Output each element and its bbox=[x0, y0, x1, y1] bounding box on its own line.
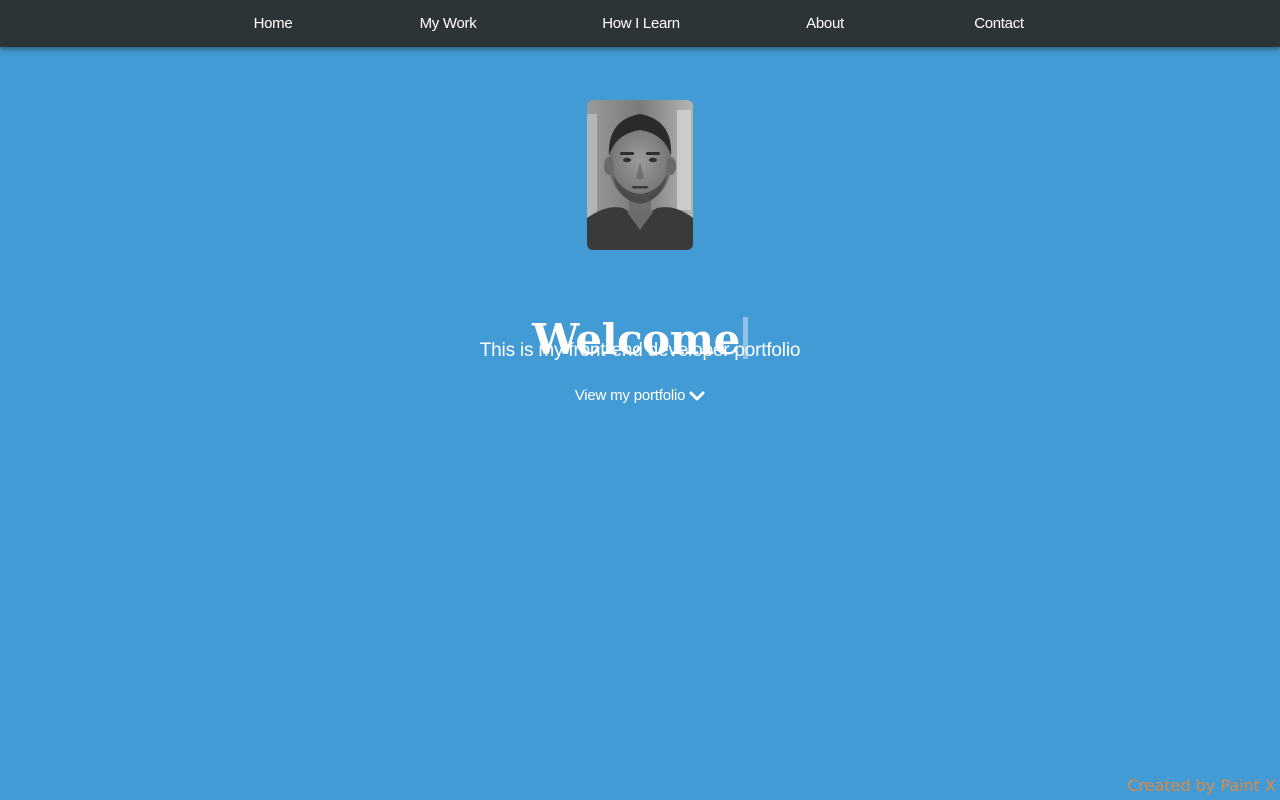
view-portfolio-label: View my portfolio bbox=[574, 387, 686, 404]
profile-photo bbox=[587, 100, 693, 250]
nav-contact[interactable]: Contact bbox=[974, 0, 1024, 47]
view-portfolio-link[interactable]: View my portfolio bbox=[575, 386, 706, 406]
nav-my-work[interactable]: My Work bbox=[420, 0, 477, 47]
chevron-down-icon bbox=[689, 390, 705, 402]
portfolio-cta: View my portfolio bbox=[0, 386, 1280, 406]
hero-subtitle: This is my front-end developer portfolio bbox=[479, 340, 801, 361]
created-by-credit: Created by Paint X bbox=[1127, 776, 1276, 795]
nav-home[interactable]: Home bbox=[254, 0, 293, 47]
top-navbar: Home My Work How I Learn About Contact bbox=[0, 0, 1280, 47]
nav-how-i-learn[interactable]: How I Learn bbox=[602, 0, 680, 47]
nav-about[interactable]: About bbox=[806, 0, 844, 47]
